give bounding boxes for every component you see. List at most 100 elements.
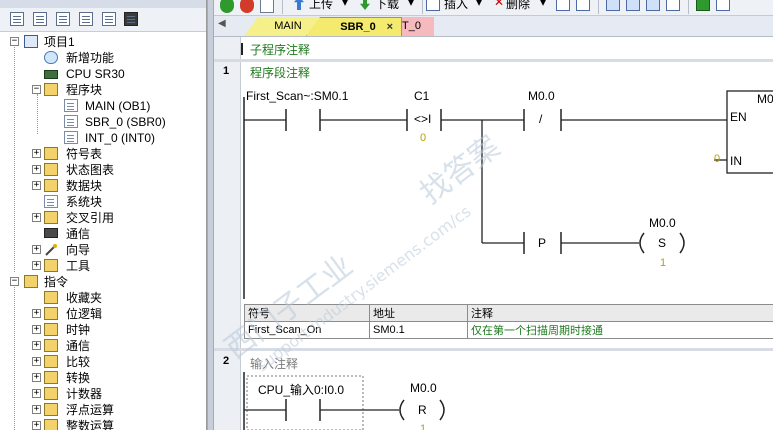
ladder-editor[interactable]: 子程序注释 1 程序段注释 First_Scan~:SM0.1 C1 <>I 0… <box>214 37 773 430</box>
program-page-icon <box>64 115 78 128</box>
go-icon[interactable] <box>696 0 710 11</box>
tab-scroll-left-icon[interactable]: ◀ <box>218 18 226 29</box>
p-contact-symbol[interactable]: P <box>538 236 546 250</box>
tree-item-label: 计数器 <box>66 387 103 401</box>
contact-c1-label: C1 <box>414 89 430 103</box>
delete-button[interactable]: 删除 <box>506 0 530 12</box>
tree-item-label: CPU SR30 <box>66 67 125 81</box>
stop-icon[interactable] <box>240 0 254 13</box>
collapse-icon[interactable]: − <box>10 277 19 286</box>
expand-icon[interactable]: + <box>32 405 41 414</box>
tree-item-label: 位逻辑 <box>66 307 103 321</box>
set-coil-symbol[interactable]: S <box>658 236 666 250</box>
project-icon <box>24 35 38 48</box>
comment-cell: 仅在第一个扫描周期时接通 <box>467 321 773 339</box>
address-cell: SM0.1 <box>369 321 468 339</box>
monitor-icon <box>44 228 58 238</box>
folder-icon <box>24 275 38 288</box>
contact-m0-label: M0.0 <box>528 89 555 103</box>
expand-icon[interactable]: + <box>32 181 41 190</box>
dropdown-arrow-icon[interactable]: ▾ <box>540 0 546 9</box>
folder-icon <box>44 147 58 160</box>
monitor-icon[interactable] <box>124 12 138 26</box>
expand-icon[interactable]: + <box>32 149 41 158</box>
window-icon-3[interactable] <box>646 0 660 11</box>
tree-item-label: 通信 <box>66 227 91 241</box>
expand-icon[interactable]: + <box>32 421 41 430</box>
folder-icon <box>44 403 58 416</box>
dropdown-arrow-icon[interactable]: ▾ <box>476 0 482 9</box>
page-icon[interactable] <box>56 12 70 26</box>
image-icon[interactable] <box>666 0 680 11</box>
tree-item-label: 交叉引用 <box>66 211 115 225</box>
insert-button[interactable]: 插入 <box>444 0 468 12</box>
window-icon[interactable] <box>606 0 620 11</box>
folder-icon <box>44 371 58 384</box>
function-box-label: M0 <box>757 92 773 106</box>
compare-contact-symbol[interactable]: <>I <box>414 112 431 126</box>
column-header-address: 地址 <box>369 304 468 322</box>
tree-item-label: 收藏夹 <box>66 291 103 305</box>
clock-icon <box>44 323 58 336</box>
program-page-icon <box>64 99 78 112</box>
tree-item-label: MAIN (OB1) <box>85 99 151 113</box>
panel-splitter[interactable] <box>207 0 214 430</box>
close-icon[interactable]: × <box>387 18 393 36</box>
reset-coil-value: 1 <box>420 423 427 430</box>
folder-icon <box>44 211 58 224</box>
network-icon[interactable] <box>556 0 570 11</box>
dropdown-arrow-icon[interactable]: ▾ <box>342 0 348 9</box>
upload-button[interactable]: 上传 <box>309 0 333 12</box>
symbol-cell: First_Scan_On <box>244 321 370 339</box>
tree-view-icon[interactable] <box>10 12 24 26</box>
c1-value: 0 <box>420 132 427 144</box>
tab-label: SBR_0 <box>340 21 376 33</box>
compare-icon[interactable] <box>576 0 590 11</box>
dropdown-arrow-icon[interactable]: ▾ <box>408 0 414 9</box>
symbol-info-table: 符号 地址 注释 First_Scan_On SM0.1 仅在第一个扫描周期时接… <box>244 304 773 339</box>
tree-item-label: 系统块 <box>66 195 103 209</box>
run-icon[interactable] <box>220 0 234 13</box>
folder-icon <box>44 355 58 368</box>
column-header-comment: 注释 <box>467 304 773 322</box>
tree-item-label: 符号表 <box>66 147 103 161</box>
folder-icon <box>44 387 58 400</box>
expand-icon[interactable]: + <box>32 245 41 254</box>
expand-icon[interactable]: + <box>32 309 41 318</box>
cpu-icon <box>44 70 58 79</box>
page-icon-2[interactable] <box>79 12 93 26</box>
tree-item-label: 转换 <box>66 371 91 385</box>
tree-item-label: 向导 <box>66 243 91 257</box>
expand-icon[interactable]: + <box>32 261 41 270</box>
program-editor-panel: 上传 ▾ 下载 ▾ 插入 ▾ ✕ 删除 ▾ ◀ MAIN INT_0 SBR_0… <box>214 0 773 430</box>
page-icon-3[interactable] <box>102 12 116 26</box>
collapse-icon[interactable]: − <box>10 37 19 46</box>
tree-item-label: 通信 <box>66 339 91 353</box>
compile-icon[interactable] <box>260 0 274 13</box>
reset-coil-symbol[interactable]: R <box>418 403 427 417</box>
tree-item-label: 项目1 <box>44 35 75 49</box>
panel-header <box>0 0 206 8</box>
page-icon[interactable] <box>716 0 730 11</box>
collapse-icon[interactable]: − <box>32 85 41 94</box>
tab-sbr0[interactable]: SBR_0 × <box>306 17 402 36</box>
expand-icon[interactable]: + <box>32 357 41 366</box>
expand-icon[interactable]: + <box>32 341 41 350</box>
new-features-icon <box>44 51 58 64</box>
expand-icon[interactable]: + <box>32 165 41 174</box>
download-button[interactable]: 下载 <box>375 0 399 12</box>
window-icon-2[interactable] <box>626 0 640 11</box>
system-block-icon <box>44 195 58 208</box>
expand-icon[interactable]: + <box>32 325 41 334</box>
list-view-icon[interactable] <box>33 12 47 26</box>
network-comment[interactable]: 输入注释 <box>250 355 298 372</box>
upload-icon <box>294 0 304 10</box>
expand-icon[interactable]: + <box>32 389 41 398</box>
tree-item-label: 状态图表 <box>66 163 115 177</box>
box-en-pin: EN <box>730 110 747 124</box>
tree-item-label: SBR_0 (SBR0) <box>85 115 166 129</box>
nc-contact-symbol[interactable]: / <box>539 112 542 126</box>
expand-icon[interactable]: + <box>32 213 41 222</box>
tree-item-label: 程序块 <box>66 83 103 97</box>
expand-icon[interactable]: + <box>32 373 41 382</box>
